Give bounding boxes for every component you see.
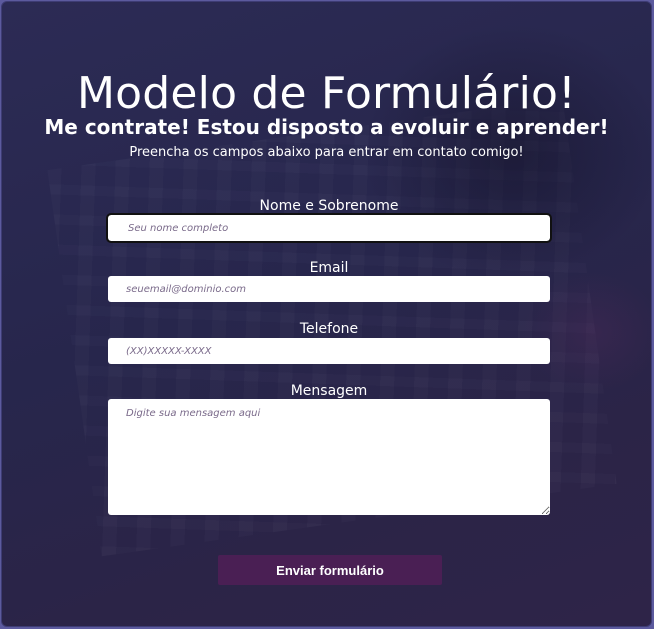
- phone-label: Telefone: [299, 321, 359, 337]
- email-input[interactable]: [108, 276, 550, 302]
- page-subtitle: Me contrate! Estou disposto a evoluir e …: [44, 115, 609, 139]
- email-label: Email: [309, 260, 349, 276]
- name-input[interactable]: [106, 213, 552, 243]
- message-label: Mensagem: [290, 383, 368, 399]
- page-frame: Modelo de Formulário! Me contrate! Estou…: [1, 1, 652, 627]
- name-label: Nome e Sobrenome: [259, 198, 399, 214]
- page-title: Modelo de Formulário!: [77, 68, 576, 119]
- phone-input[interactable]: [108, 338, 550, 364]
- submit-button[interactable]: Enviar formulário: [218, 555, 442, 585]
- message-textarea[interactable]: [108, 399, 550, 515]
- page-lead: Preencha os campos abaixo para entrar em…: [129, 145, 524, 160]
